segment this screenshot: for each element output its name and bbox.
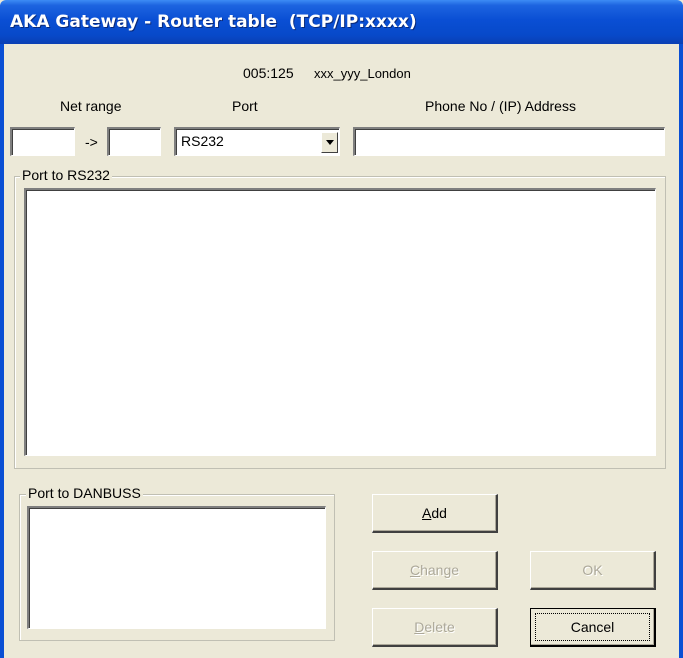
danbuss-group-label: Port to DANBUSS: [26, 485, 143, 501]
chevron-down-icon: [325, 140, 334, 145]
window-title: AKA Gateway - Router table (TCP/IP:xxxx): [10, 12, 417, 32]
change-button[interactable]: Change: [372, 551, 498, 590]
cancel-button[interactable]: Cancel: [530, 608, 656, 647]
danbuss-list[interactable]: [27, 506, 326, 629]
dropdown-button[interactable]: [321, 132, 338, 153]
rs232-group-label: Port to RS232: [20, 167, 112, 183]
net-range-to-input[interactable]: [107, 127, 161, 156]
node-id: 005:125: [243, 65, 294, 81]
add-button-label: Add: [422, 505, 447, 521]
net-range-label: Net range: [60, 98, 122, 114]
address-input[interactable]: [353, 127, 665, 156]
ok-button[interactable]: OK: [530, 551, 656, 590]
change-button-label: Change: [409, 562, 460, 578]
add-button[interactable]: Add: [372, 494, 498, 533]
port-select[interactable]: RS232: [174, 127, 340, 156]
title-bar[interactable]: AKA Gateway - Router table (TCP/IP:xxxx): [0, 0, 683, 44]
port-select-value: RS232: [181, 133, 224, 149]
rs232-list[interactable]: [24, 188, 656, 456]
net-range-from-input[interactable]: [10, 127, 75, 156]
window-frame-left: [0, 44, 4, 658]
window-frame-right: [679, 44, 683, 658]
port-label: Port: [232, 98, 258, 114]
delete-button-label: Delete: [414, 619, 455, 635]
address-label: Phone No / (IP) Address: [425, 98, 576, 114]
ok-button-label: OK: [582, 562, 603, 578]
focus-rect: [535, 613, 650, 641]
delete-button[interactable]: Delete: [372, 608, 498, 647]
net-range-arrow: ->: [85, 134, 98, 150]
node-name: xxx_yyy_London: [314, 66, 411, 81]
